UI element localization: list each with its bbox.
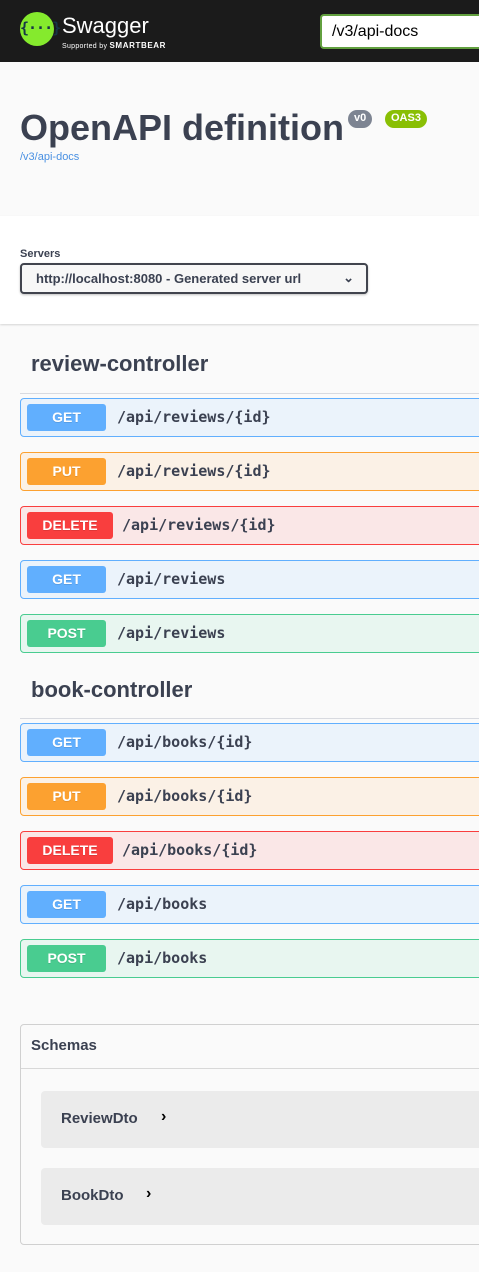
operation-post-review[interactable]: POST /api/reviews (20, 614, 479, 653)
operation-get-books[interactable]: GET /api/books (20, 885, 479, 924)
operation-path: /api/reviews/{id} (117, 408, 271, 426)
brand-name[interactable]: Swagger (62, 13, 149, 39)
method-badge: PUT (27, 783, 106, 810)
page-title: OpenAPI definition (20, 107, 344, 148)
method-badge: POST (27, 945, 106, 972)
version-badge: v0 (348, 110, 373, 128)
operation-post-book[interactable]: POST /api/books (20, 939, 479, 978)
operation-get-book-by-id[interactable]: GET /api/books/{id} (20, 723, 479, 762)
chevron-down-icon: ⌄ (343, 270, 354, 285)
schema-model[interactable]: BookDto › (41, 1168, 479, 1225)
tag-review-controller[interactable]: review-controller (31, 351, 208, 377)
logo-icon-glyph: {···} (20, 19, 61, 37)
operation-path: /api/books/{id} (117, 787, 253, 805)
tagline-prefix: Supported by (62, 43, 108, 50)
method-badge: PUT (27, 458, 106, 485)
tag-book-controller[interactable]: book-controller (31, 677, 192, 703)
schemas-divider (21, 1068, 479, 1069)
operation-delete-review[interactable]: DELETE /api/reviews/{id} (20, 506, 479, 545)
operation-path: /api/reviews/{id} (117, 462, 271, 480)
operation-path: /api/reviews (117, 570, 226, 588)
servers-selected-value: http://localhost:8080 - Generated server… (36, 271, 302, 286)
operation-get-review-by-id[interactable]: GET /api/reviews/{id} (20, 398, 479, 437)
operation-path: /api/books/{id} (117, 733, 253, 751)
model-name: ReviewDto (61, 1110, 138, 1127)
spec-url-input[interactable] (320, 14, 479, 49)
tag-divider (20, 718, 479, 719)
method-badge: POST (27, 620, 106, 647)
chevron-right-icon: › (146, 1185, 152, 1202)
operation-path: /api/reviews (117, 624, 226, 642)
operation-get-reviews[interactable]: GET /api/reviews (20, 560, 479, 599)
operation-path: /api/books/{id} (122, 841, 258, 859)
model-name: BookDto (61, 1187, 124, 1204)
spec-link[interactable]: /v3/api-docs (20, 151, 79, 163)
method-badge: DELETE (27, 512, 113, 539)
operation-path: /api/reviews/{id} (122, 516, 276, 534)
method-badge: GET (27, 566, 106, 593)
topbar: {···} Swagger Supported by SMARTBEAR (0, 0, 479, 62)
swagger-logo-icon[interactable]: {···} (20, 12, 61, 46)
oas-badge: OAS3 (385, 110, 427, 128)
schemas-section: Schemas ReviewDto › BookDto › (20, 1024, 479, 1245)
method-badge: DELETE (27, 837, 113, 864)
operation-path: /api/books (117, 895, 208, 913)
operation-put-book[interactable]: PUT /api/books/{id} (20, 777, 479, 816)
operation-path: /api/books (117, 949, 208, 967)
schemas-title[interactable]: Schemas (31, 1037, 97, 1054)
schema-model[interactable]: ReviewDto › (41, 1091, 479, 1148)
method-badge: GET (27, 729, 106, 756)
servers-label: Servers (20, 248, 61, 260)
operation-delete-book[interactable]: DELETE /api/books/{id} (20, 831, 479, 870)
method-badge: GET (27, 891, 106, 918)
tag-divider (20, 393, 479, 394)
servers-select[interactable]: http://localhost:8080 - Generated server… (20, 263, 368, 294)
method-badge: GET (27, 404, 106, 431)
tagline-company: SMARTBEAR (109, 41, 167, 50)
operation-put-review[interactable]: PUT /api/reviews/{id} (20, 452, 479, 491)
chevron-right-icon: › (161, 1108, 167, 1125)
brand-tagline: Supported by SMARTBEAR (62, 41, 166, 50)
